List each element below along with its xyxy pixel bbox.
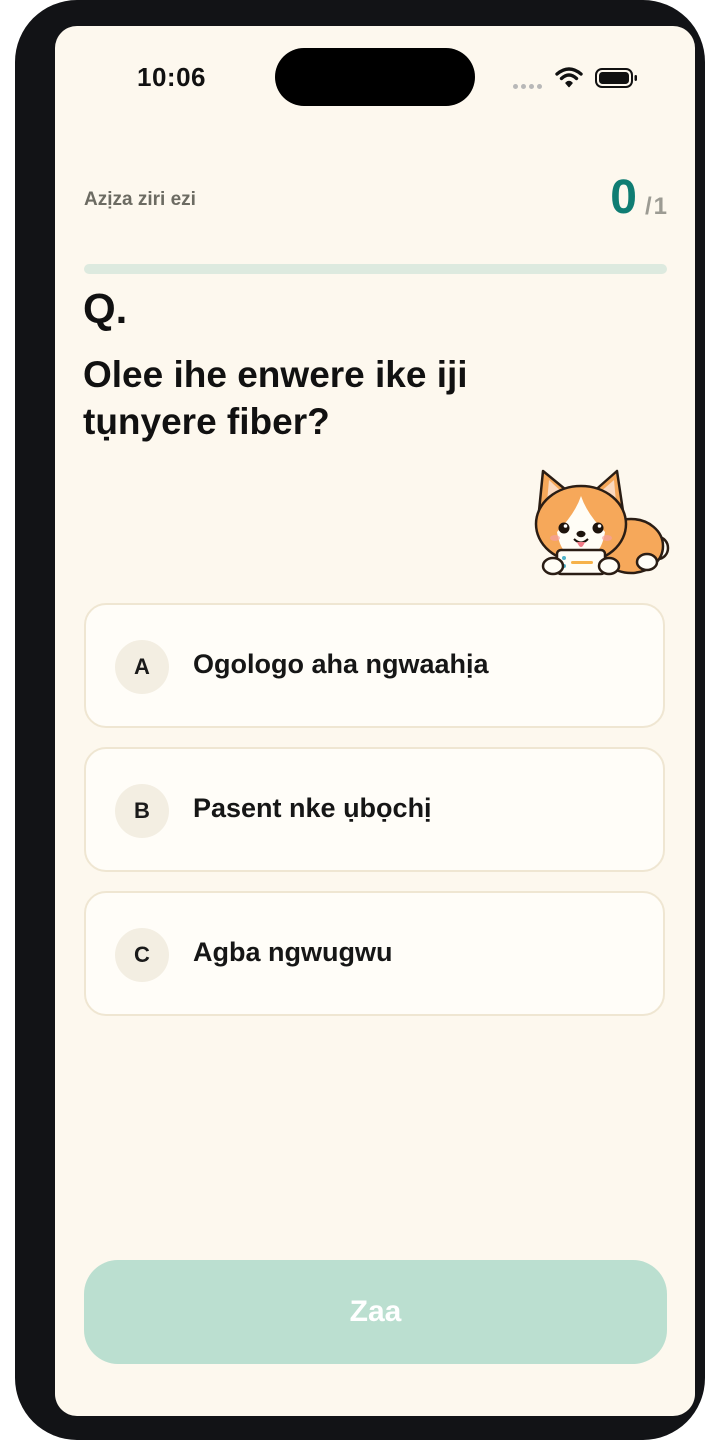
option-label: Agba ngwugwu — [193, 937, 393, 967]
cellular-dots-icon — [513, 76, 545, 89]
submit-answer-button[interactable]: Zaa — [84, 1260, 667, 1364]
dynamic-island — [275, 48, 475, 106]
option-label: Pasent nke ụbọchị — [193, 793, 432, 823]
progress-bar — [84, 264, 667, 274]
score-separator: / — [644, 193, 652, 220]
question-text: Olee ihe enwere ike iji tụnyere fiber? — [83, 354, 468, 442]
answer-option-b[interactable]: B Pasent nke ụbọchị — [84, 747, 665, 872]
app-screen: 10:06 Azịza ziri ezi 0 / 1 Q. Olee ihe e… — [55, 26, 695, 1416]
option-label: Ogologo aha ngwaahịa — [193, 649, 489, 679]
score-total: 1 — [653, 193, 667, 220]
battery-icon — [595, 68, 637, 88]
option-letter-badge: B — [115, 784, 169, 838]
corgi-mascot-icon — [534, 469, 670, 576]
option-letter-badge: C — [115, 928, 169, 982]
answer-option-a[interactable]: A Ogologo aha ngwaahịa — [84, 603, 665, 728]
status-time: 10:06 — [137, 62, 206, 92]
question-marker: Q. — [83, 285, 128, 332]
phone-frame: 10:06 Azịza ziri ezi 0 / 1 Q. Olee ihe e… — [15, 0, 705, 1440]
option-letter-badge: A — [115, 640, 169, 694]
score-current: 0 — [610, 171, 637, 224]
score-counter: 0 / 1 — [610, 174, 667, 222]
answer-option-c[interactable]: C Agba ngwugwu — [84, 891, 665, 1016]
wifi-icon — [555, 67, 583, 88]
quiz-header-label: Azịza ziri ezi — [84, 189, 196, 210]
